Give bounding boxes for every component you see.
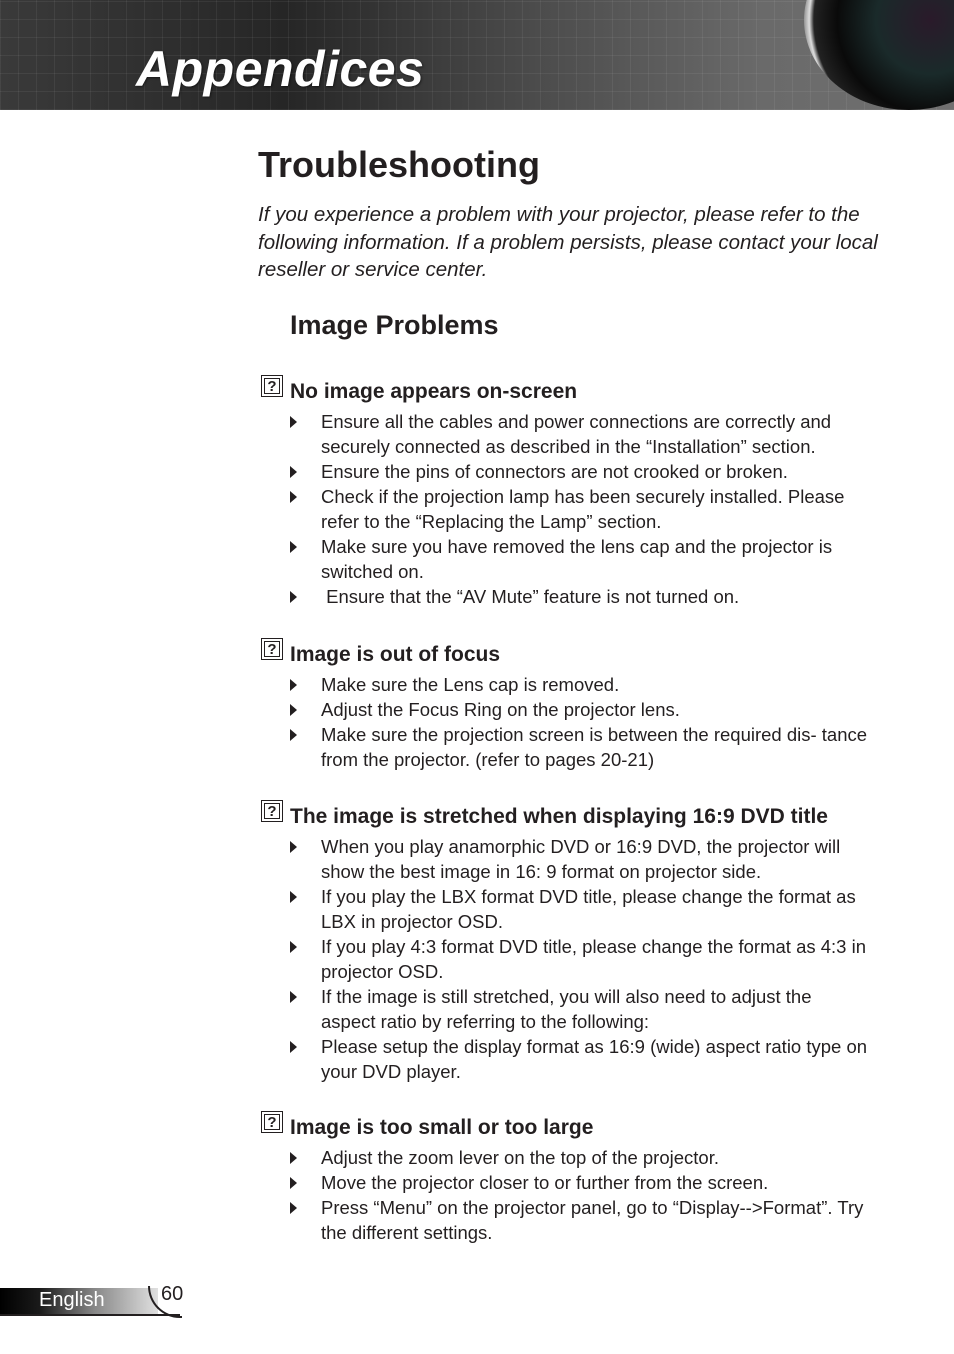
footer-language: English	[39, 1289, 105, 1311]
page-number: 60	[161, 1283, 184, 1305]
solution-item: If you play the LBX format DVD title, pl…	[290, 884, 870, 934]
bullet-arrow-icon	[290, 591, 297, 603]
bullet-arrow-icon	[290, 941, 297, 953]
solution-item: Move the projector closer to or further …	[290, 1170, 870, 1195]
solution-item: Ensure the pins of connectors are not cr…	[290, 459, 870, 484]
question-icon: ?	[261, 800, 283, 822]
solution-item: Ensure all the cables and power connecti…	[290, 409, 870, 459]
solution-list: When you play anamorphic DVD or 16:9 DVD…	[290, 834, 870, 1084]
projector-lens-graphic	[804, 0, 954, 110]
bullet-arrow-icon	[290, 891, 297, 903]
solution-item: If the image is still stretched, you wil…	[290, 984, 870, 1034]
footer-divider	[0, 1314, 180, 1316]
bullet-arrow-icon	[290, 416, 297, 428]
bullet-arrow-icon	[290, 466, 297, 478]
question-icon: ?	[261, 1111, 283, 1133]
problem-title: The image is stretched when displaying 1…	[290, 805, 828, 828]
bullet-arrow-icon	[290, 1202, 297, 1214]
section-heading: Image Problems	[290, 310, 499, 340]
bullet-arrow-icon	[290, 1041, 297, 1053]
solution-item: Make sure the projection screen is betwe…	[290, 722, 870, 772]
solution-item: Make sure you have removed the lens cap …	[290, 534, 870, 584]
bullet-arrow-icon	[290, 491, 297, 503]
intro-text: If you experience a problem with your pr…	[258, 203, 878, 281]
solution-item: Ensure that the “AV Mute” feature is not…	[290, 584, 870, 609]
bullet-arrow-icon	[290, 704, 297, 716]
solution-item: Press “Menu” on the projector panel, go …	[290, 1195, 870, 1245]
solution-item: Adjust the zoom lever on the top of the …	[290, 1145, 870, 1170]
solution-list: Ensure all the cables and power connecti…	[290, 409, 870, 609]
chapter-title: Appendices	[136, 41, 425, 97]
question-icon: ?	[261, 375, 283, 397]
bullet-arrow-icon	[290, 679, 297, 691]
problem-title: Image is too small or too large	[290, 1116, 594, 1139]
solution-list: Adjust the zoom lever on the top of the …	[290, 1145, 870, 1245]
solution-item: If you play 4:3 format DVD title, please…	[290, 934, 870, 984]
solution-item: Make sure the Lens cap is removed.	[290, 672, 870, 697]
bullet-arrow-icon	[290, 841, 297, 853]
bullet-arrow-icon	[290, 991, 297, 1003]
solution-list: Make sure the Lens cap is removed. Adjus…	[290, 672, 870, 772]
bullet-arrow-icon	[290, 1152, 297, 1164]
solution-item: Please setup the display format as 16:9 …	[290, 1034, 870, 1084]
problem-title: No image appears on-screen	[290, 380, 578, 403]
question-icon: ?	[261, 638, 283, 660]
bullet-arrow-icon	[290, 729, 297, 741]
header-banner: Appendices	[0, 0, 954, 110]
problem-title: Image is out of focus	[290, 643, 501, 666]
solution-item: Adjust the Focus Ring on the projector l…	[290, 697, 870, 722]
page-title: Troubleshooting	[258, 144, 540, 185]
bullet-arrow-icon	[290, 541, 297, 553]
solution-item: When you play anamorphic DVD or 16:9 DVD…	[290, 834, 870, 884]
solution-item: Check if the projection lamp has been se…	[290, 484, 870, 534]
bullet-arrow-icon	[290, 1177, 297, 1189]
